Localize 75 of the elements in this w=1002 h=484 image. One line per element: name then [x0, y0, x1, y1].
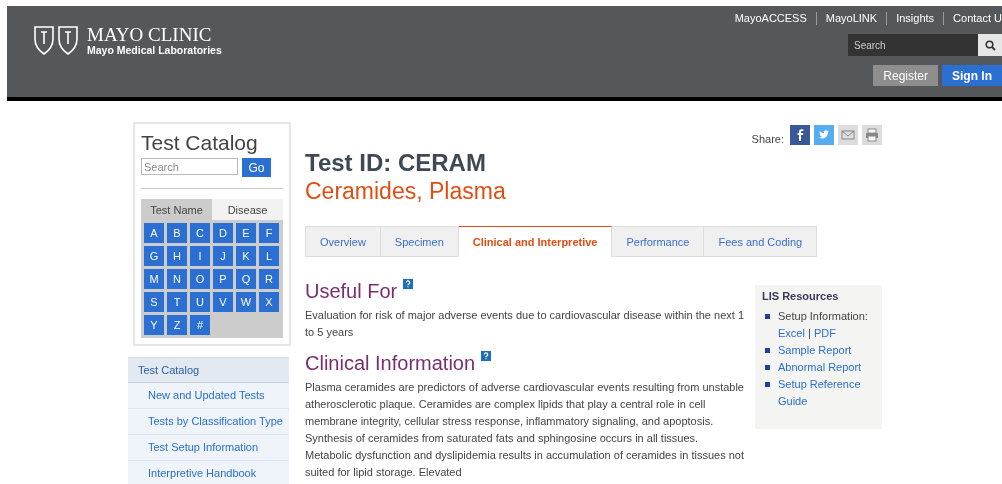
letter-button[interactable]: T: [167, 292, 187, 312]
resource-link[interactable]: Setup Reference Guide: [778, 376, 875, 410]
nav-link[interactable]: Tests by Classification Type: [128, 409, 289, 435]
tab[interactable]: Fees and Coding: [704, 226, 818, 257]
sign-in-button[interactable]: Sign In: [942, 65, 1002, 86]
resource-link[interactable]: Abnormal Report: [778, 359, 862, 376]
resource-link[interactable]: Sample Report: [778, 342, 852, 359]
share-label: Share:: [751, 133, 784, 145]
section-text: Evaluation for risk of major adverse events due to cardiovascular disease within the next 1 to 5 years: [305, 308, 745, 340]
index-tab[interactable]: Test Name: [141, 199, 212, 220]
section-heading: Useful For: [305, 279, 398, 303]
letter-button[interactable]: K: [236, 246, 256, 266]
letter-button[interactable]: I: [190, 246, 210, 266]
test-id: Test ID: CERAM: [305, 149, 487, 177]
letter-button[interactable]: B: [167, 223, 187, 243]
letter-button[interactable]: G: [144, 246, 164, 266]
bullet-icon: [765, 348, 770, 353]
section-text: Plasma ceramides are predictors of adverse cardiovascular events resulting from unstable atherosclerotic plaque. Ceramides are complex lipids that play a central role in cell membrane integrity, cellular stress response, inflammatory signaling, and apoptosis. Synthesis of ceramides from saturated fats and sphingosine occurs in all tissues. Metabolic dysfunction and dyslipidemia results in accumulation of ceramides in tissues not suited for lipid storage. Elevated: [305, 380, 745, 480]
tab[interactable]: Performance: [612, 226, 705, 257]
letter-button[interactable]: C: [190, 223, 210, 243]
link-separator: |: [807, 327, 811, 339]
letter-button[interactable]: P: [213, 269, 233, 289]
register-button[interactable]: Register: [873, 65, 938, 86]
letter-button[interactable]: X: [259, 292, 279, 312]
tab[interactable]: Specimen: [380, 226, 459, 257]
nav-link[interactable]: Test Setup Information: [128, 435, 289, 461]
letter-button[interactable]: R: [259, 269, 279, 289]
header-link[interactable]: Contact U: [943, 12, 1002, 25]
test-name: Ceramides, Plasma: [305, 177, 507, 205]
header-link[interactable]: Insights: [886, 12, 944, 25]
catalog-title: Test Catalog: [141, 131, 259, 155]
letter-button[interactable]: W: [236, 292, 256, 312]
bullet-icon: [765, 365, 770, 370]
letter-button[interactable]: L: [259, 246, 279, 266]
letter-button[interactable]: M: [144, 269, 164, 289]
logo-subtitle: Mayo Medical Laboratories: [87, 44, 222, 56]
letter-button[interactable]: Y: [144, 315, 164, 335]
letter-button[interactable]: O: [190, 269, 210, 289]
go-button[interactable]: Go: [242, 158, 271, 177]
facebook-icon[interactable]: [790, 125, 810, 145]
resource-link[interactable]: PDF: [813, 327, 836, 339]
nav-link[interactable]: Interpretive Handbook: [128, 461, 289, 484]
letter-button[interactable]: #: [190, 315, 210, 335]
letter-button[interactable]: J: [213, 246, 233, 266]
nav-link[interactable]: New and Updated Tests: [128, 383, 289, 409]
letter-button[interactable]: H: [167, 246, 187, 266]
logo-title: MAYO CLINIC: [87, 26, 213, 44]
letter-button[interactable]: D: [213, 223, 233, 243]
catalog-search-field[interactable]: Search: [141, 158, 238, 175]
header-link[interactable]: MayoLINK: [815, 12, 887, 25]
letter-button[interactable]: V: [213, 292, 233, 312]
search-button[interactable]: [978, 34, 1002, 56]
tab[interactable]: Overview: [305, 226, 381, 257]
nav-heading[interactable]: Test Catalog: [128, 357, 289, 383]
resource-label: Setup Information:: [778, 310, 868, 322]
letter-button[interactable]: S: [144, 292, 164, 312]
panel-title: LIS Resources: [762, 290, 840, 302]
search-icon: [984, 39, 996, 51]
header-link[interactable]: MayoACCESS: [725, 12, 816, 25]
bullet-icon: [765, 314, 770, 319]
section-heading: Clinical Information: [305, 351, 476, 375]
shield-logo-icon: [33, 24, 79, 58]
letter-button[interactable]: U: [190, 292, 210, 312]
letter-button[interactable]: E: [236, 223, 256, 243]
index-tab[interactable]: Disease: [212, 199, 283, 220]
search-field[interactable]: Search: [848, 34, 978, 56]
printer-icon[interactable]: [862, 125, 882, 145]
letter-button[interactable]: Z: [167, 315, 187, 335]
letter-button[interactable]: F: [259, 223, 279, 243]
tab[interactable]: Clinical and Interpretive: [458, 226, 613, 257]
bullet-icon: [765, 382, 770, 387]
resource-link[interactable]: Excel: [778, 327, 805, 339]
letter-button[interactable]: Q: [236, 269, 256, 289]
letter-button[interactable]: N: [167, 269, 187, 289]
letter-button[interactable]: A: [144, 223, 164, 243]
